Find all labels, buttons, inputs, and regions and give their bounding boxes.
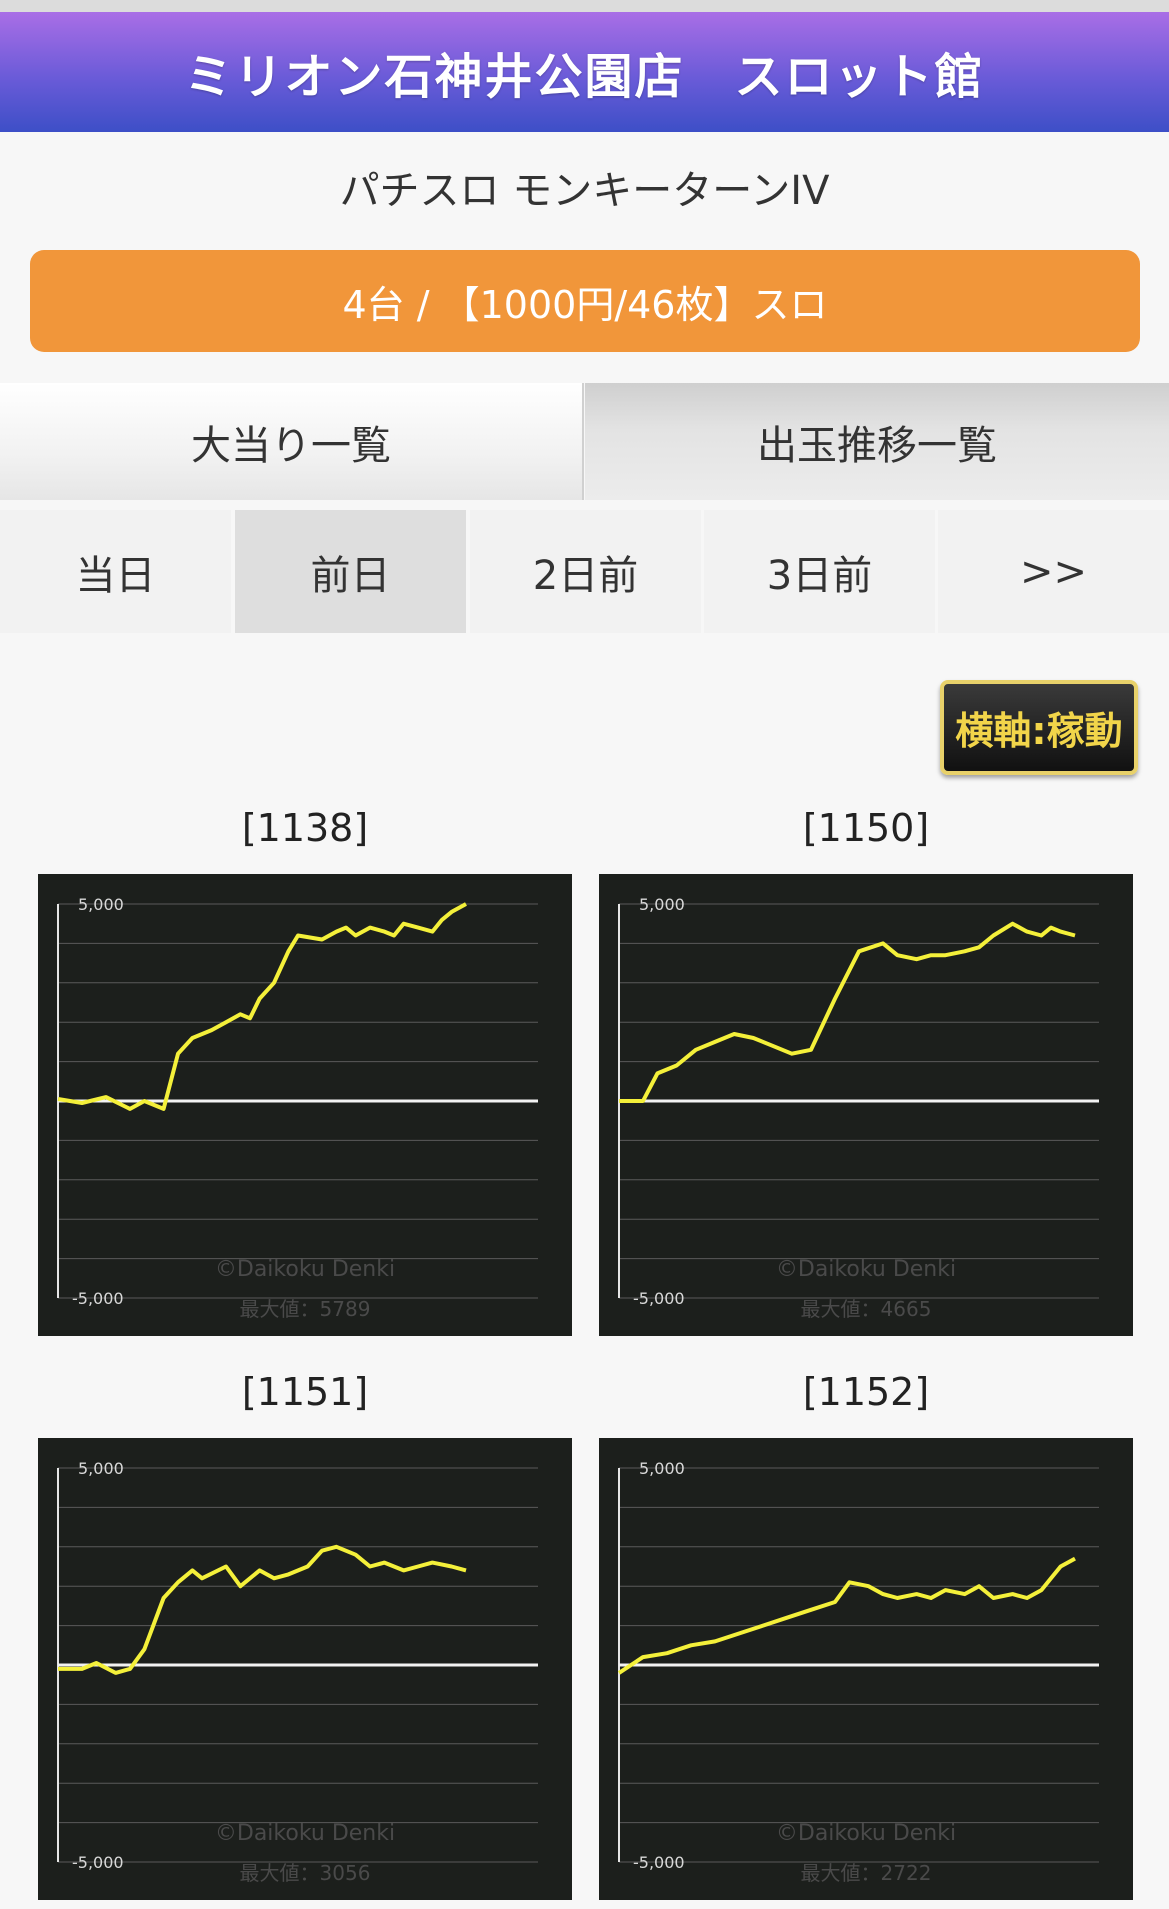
machine-number-label[interactable]: [1150] xyxy=(599,806,1133,850)
max-value-label: 最大値：5789 xyxy=(240,1297,371,1321)
machine-number-label[interactable]: [1152] xyxy=(599,1370,1133,1414)
day-tabs: 当日 前日 2日前 3日前 >> xyxy=(0,510,1169,633)
chart-svg: 5,000 -5,000 ©Daikoku Denki 最大値：3056 xyxy=(57,1459,538,1885)
day-tab-more[interactable]: >> xyxy=(938,510,1169,633)
machine-name: パチスロ モンキーターンIV xyxy=(339,168,830,214)
y-tick-label-bottom: -5,000 xyxy=(72,1853,124,1872)
horizontal-axis-toggle-button[interactable]: 横軸:稼動 xyxy=(940,680,1138,775)
day-tab-3-days-ago[interactable]: 3日前 xyxy=(704,510,935,633)
y-tick-label-top: 5,000 xyxy=(639,895,685,914)
series-line xyxy=(619,921,1076,1103)
day-tab-yesterday[interactable]: 前日 xyxy=(235,510,466,633)
payout-chart[interactable]: 5,000 -5,000 ©Daikoku Denki 最大値：4665 xyxy=(599,874,1133,1336)
tab-jackpot-list[interactable]: 大当り一覧 xyxy=(0,383,584,500)
day-tab-today[interactable]: 当日 xyxy=(0,510,231,633)
y-tick-label-bottom: -5,000 xyxy=(633,1853,685,1872)
store-header: ミリオン石神井公園店 スロット館 xyxy=(0,12,1169,132)
y-tick-label-bottom: -5,000 xyxy=(633,1289,685,1308)
y-tick-label-top: 5,000 xyxy=(78,1459,124,1478)
watermark: ©Daikoku Denki xyxy=(776,1257,956,1282)
watermark: ©Daikoku Denki xyxy=(776,1821,956,1846)
day-tab-label: 当日 xyxy=(75,552,156,599)
main-tabs: 大当り一覧 出玉推移一覧 xyxy=(0,383,1169,500)
day-tab-label: 前日 xyxy=(310,552,391,599)
chart-svg: 5,000 -5,000 ©Daikoku Denki 最大値：2722 xyxy=(617,1459,1099,1885)
tab-payout-trend-label: 出玉推移一覧 xyxy=(757,422,997,469)
payout-chart[interactable]: 5,000 -5,000 ©Daikoku Denki 最大値：5789 xyxy=(38,874,572,1336)
y-tick-label-top: 5,000 xyxy=(639,1459,685,1478)
day-tab-2-days-ago[interactable]: 2日前 xyxy=(470,510,701,633)
store-title: ミリオン石神井公園店 スロット館 xyxy=(184,49,985,105)
status-strip xyxy=(0,0,1169,12)
max-value-label: 最大値：2722 xyxy=(801,1861,932,1885)
series-line xyxy=(57,902,467,1111)
tab-payout-trend[interactable]: 出玉推移一覧 xyxy=(585,383,1169,500)
series-line xyxy=(58,1544,467,1675)
machine-number-label[interactable]: [1151] xyxy=(38,1370,572,1414)
series-line xyxy=(617,1556,1076,1675)
day-tab-label: 2日前 xyxy=(532,552,639,599)
axis-button-label: 横軸:稼動 xyxy=(955,709,1123,753)
machine-info-bar[interactable]: 4台 / 【1000円/46枚】スロ xyxy=(30,250,1140,352)
day-tab-label: >> xyxy=(1019,548,1088,595)
payout-chart[interactable]: 5,000 -5,000 ©Daikoku Denki 最大値：2722 xyxy=(599,1438,1133,1900)
y-tick-label-top: 5,000 xyxy=(78,895,124,914)
watermark: ©Daikoku Denki xyxy=(215,1257,395,1282)
machine-number-label[interactable]: [1138] xyxy=(38,806,572,850)
chart-svg: 5,000 -5,000 ©Daikoku Denki 最大値：4665 xyxy=(618,895,1099,1321)
max-value-label: 最大値：4665 xyxy=(801,1297,932,1321)
max-value-label: 最大値：3056 xyxy=(240,1861,371,1885)
machine-info-text: 4台 / 【1000円/46枚】スロ xyxy=(342,282,828,327)
day-tab-label: 3日前 xyxy=(766,552,873,599)
chart-svg: 5,000 -5,000 ©Daikoku Denki 最大値：5789 xyxy=(57,895,538,1321)
watermark: ©Daikoku Denki xyxy=(215,1821,395,1846)
payout-chart[interactable]: 5,000 -5,000 ©Daikoku Denki 最大値：3056 xyxy=(38,1438,572,1900)
y-tick-label-bottom: -5,000 xyxy=(72,1289,124,1308)
tab-jackpot-list-label: 大当り一覧 xyxy=(191,422,391,469)
